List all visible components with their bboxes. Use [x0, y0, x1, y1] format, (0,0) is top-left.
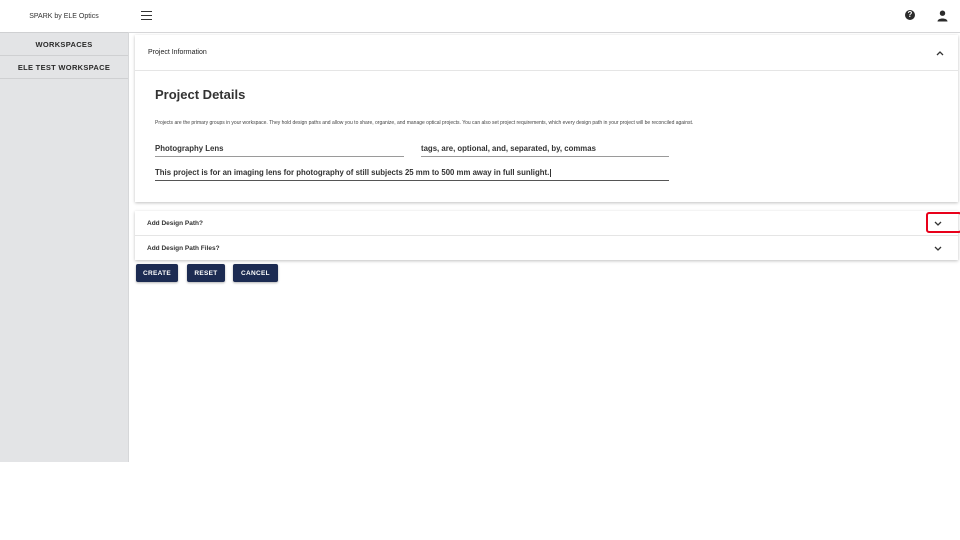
project-tags-value: tags, are, optional, and, separated, by,… — [421, 144, 596, 153]
project-information-header[interactable]: Project Information — [135, 35, 958, 71]
project-information-title: Project Information — [148, 49, 207, 56]
user-icon[interactable] — [937, 9, 948, 22]
main-content: Project Information Project Details Proj… — [128, 33, 960, 463]
sidebar-item-workspaces[interactable]: WORKSPACES — [0, 33, 128, 56]
project-name-field[interactable]: Photography Lens — [155, 144, 404, 157]
brand-logo[interactable]: SPARK by ELE Optics — [0, 0, 128, 33]
app-window: SPARK by ELE Optics WORKSPACES ELE TEST … — [0, 0, 960, 540]
highlight-annotation — [926, 212, 960, 233]
project-details-description: Projects are the primary groups in your … — [155, 120, 694, 126]
add-design-path-files-label: Add Design Path Files? — [147, 245, 220, 252]
cancel-button[interactable]: CANCEL — [233, 264, 278, 282]
project-description-value: This project is for an imaging lens for … — [155, 168, 550, 177]
sidebar-item-ele-test-workspace[interactable]: ELE TEST WORKSPACE — [0, 56, 128, 79]
project-name-value: Photography Lens — [155, 144, 224, 153]
project-details-heading: Project Details — [155, 87, 246, 102]
design-path-accordion: Add Design Path? Add Design Path Files? — [135, 211, 960, 260]
reset-button[interactable]: RESET — [187, 264, 225, 282]
top-bar: ? — [128, 0, 960, 33]
sidebar: SPARK by ELE Optics WORKSPACES ELE TEST … — [0, 0, 129, 462]
add-design-path-label: Add Design Path? — [147, 220, 203, 227]
project-information-panel: Project Information Project Details Proj… — [135, 35, 958, 202]
project-tags-field[interactable]: tags, are, optional, and, separated, by,… — [421, 144, 669, 157]
chevron-up-icon[interactable] — [936, 50, 944, 56]
help-circle-icon[interactable]: ? — [905, 10, 915, 20]
add-design-path-files-accordion[interactable]: Add Design Path Files? — [135, 236, 958, 260]
project-description-field[interactable]: This project is for an imaging lens for … — [155, 168, 669, 181]
hamburger-menu-icon[interactable] — [141, 11, 152, 20]
add-design-path-accordion[interactable]: Add Design Path? — [135, 211, 960, 236]
text-cursor — [550, 168, 552, 177]
chevron-down-icon[interactable] — [934, 246, 942, 252]
create-button[interactable]: CREATE — [136, 264, 178, 282]
